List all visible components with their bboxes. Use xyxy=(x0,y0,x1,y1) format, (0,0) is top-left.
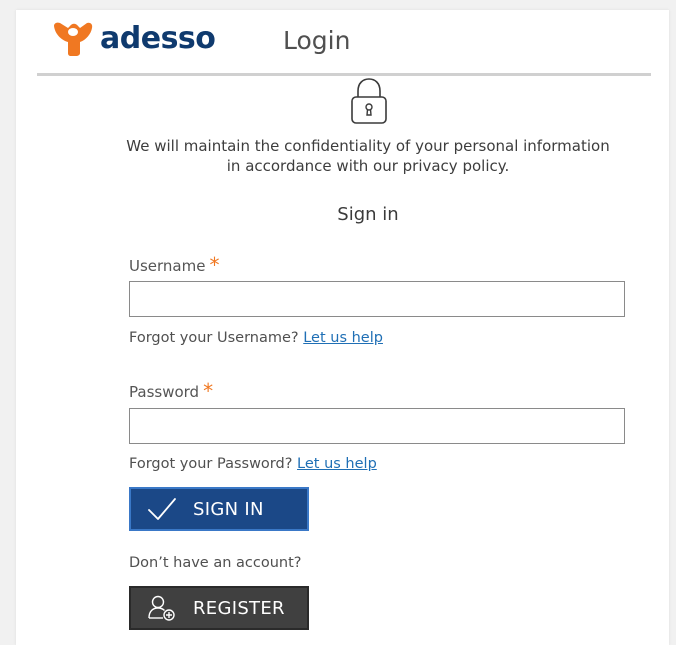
password-label-text: Password xyxy=(129,383,200,401)
username-input[interactable] xyxy=(129,281,625,317)
password-help-link[interactable]: Let us help xyxy=(297,456,377,472)
login-card: adesso Login We will maintain the confid… xyxy=(16,10,669,645)
username-help-text: Forgot your Username? xyxy=(129,330,299,346)
page-title: Login xyxy=(283,26,351,55)
header: adesso Login xyxy=(16,10,669,76)
password-label: Password * xyxy=(129,379,213,403)
register-button[interactable]: REGISTER xyxy=(129,586,309,630)
username-label-text: Username xyxy=(129,257,206,275)
signin-button[interactable]: SIGN IN xyxy=(129,487,309,531)
brand-name: adesso xyxy=(100,21,216,56)
password-input[interactable] xyxy=(129,408,625,444)
header-divider xyxy=(37,73,651,76)
password-help-text: Forgot your Password? xyxy=(129,456,293,472)
checkmark-icon xyxy=(148,498,176,520)
signin-heading: Sign in xyxy=(337,204,399,225)
no-account-text: Don’t have an account? xyxy=(129,555,302,571)
username-help-link[interactable]: Let us help xyxy=(303,330,383,346)
required-mark: * xyxy=(203,379,214,403)
signin-button-label: SIGN IN xyxy=(193,498,264,520)
lock-icon xyxy=(351,78,387,124)
register-button-label: REGISTER xyxy=(193,597,285,619)
adesso-logo-icon xyxy=(54,22,93,56)
password-help: Forgot your Password? Let us help xyxy=(129,456,377,472)
username-help: Forgot your Username? Let us help xyxy=(129,330,383,346)
brand-logo[interactable]: adesso xyxy=(52,21,216,56)
user-add-icon xyxy=(148,595,175,621)
username-label: Username * xyxy=(129,253,219,277)
required-mark: * xyxy=(209,253,220,277)
privacy-notice: We will maintain the confidentiality of … xyxy=(126,137,610,175)
